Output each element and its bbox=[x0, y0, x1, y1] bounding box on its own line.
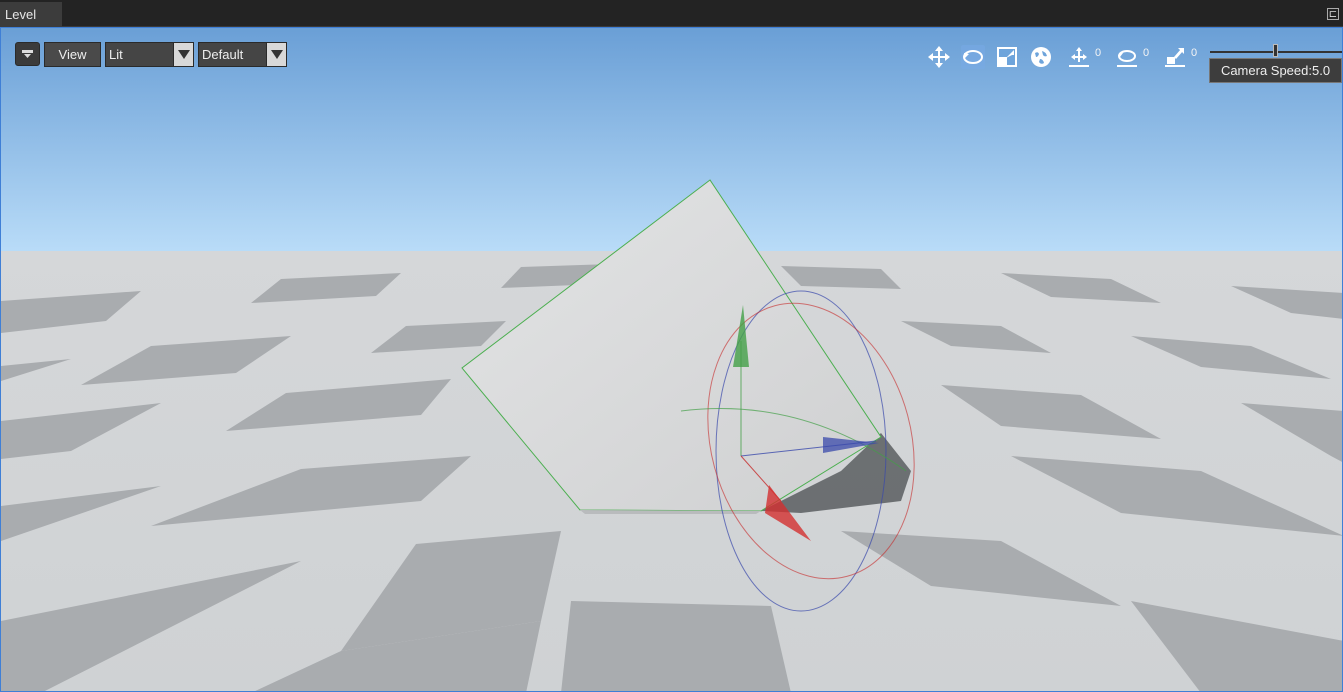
rotate-snap-icon[interactable] bbox=[1115, 45, 1139, 69]
pin-icon[interactable]: ⊏ bbox=[1327, 8, 1339, 20]
level-viewport[interactable]: View Lit Default 0 0 0 Camera Speed:5.0 bbox=[0, 27, 1343, 692]
shading-mode-value: Lit bbox=[109, 47, 123, 62]
layout-preset-dropdown[interactable]: Default bbox=[198, 42, 287, 67]
world-space-icon[interactable] bbox=[1029, 45, 1053, 69]
panel-tab-bar: Level ⊏ bbox=[0, 0, 1343, 27]
scale-icon[interactable] bbox=[995, 45, 1019, 69]
view-menu-button[interactable]: View bbox=[44, 42, 101, 67]
scale-snap-icon[interactable] bbox=[1163, 45, 1187, 69]
filter-icon bbox=[22, 50, 33, 58]
scale-snap-value: 0 bbox=[1191, 47, 1198, 59]
translate-snap-icon[interactable] bbox=[1067, 45, 1091, 69]
scene-3d[interactable] bbox=[1, 28, 1342, 691]
shading-mode-dropdown[interactable]: Lit bbox=[105, 42, 194, 67]
layout-preset-value: Default bbox=[202, 47, 244, 62]
chevron-down-icon bbox=[173, 43, 193, 66]
chevron-down-icon bbox=[266, 43, 286, 66]
translate-icon[interactable] bbox=[927, 45, 951, 69]
camera-speed-label: Camera Speed:5.0 bbox=[1209, 58, 1342, 83]
tab-level[interactable]: Level bbox=[0, 2, 62, 27]
camera-speed-slider-handle[interactable] bbox=[1273, 44, 1278, 57]
rotate-snap-value: 0 bbox=[1143, 47, 1150, 59]
translate-snap-value: 0 bbox=[1095, 47, 1102, 59]
rotate-icon[interactable] bbox=[961, 45, 985, 69]
filter-button[interactable] bbox=[15, 42, 40, 66]
